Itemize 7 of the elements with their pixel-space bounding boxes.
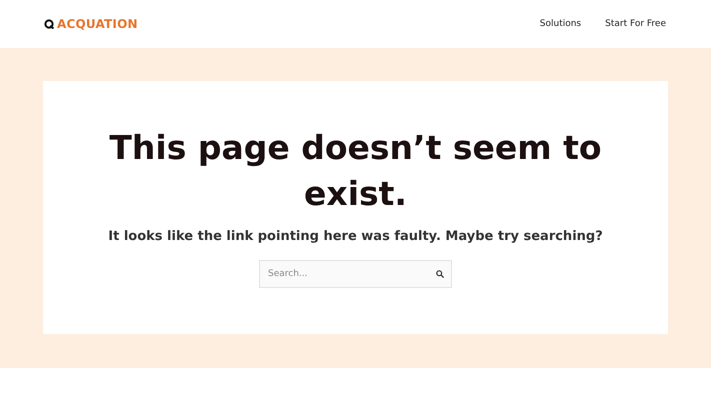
search-icon[interactable] bbox=[436, 270, 444, 278]
nav-link[interactable]: Start For Free bbox=[605, 19, 666, 29]
error-title: This page doesn’t seem to exist. bbox=[108, 127, 603, 215]
search-field[interactable]: Search... bbox=[259, 260, 452, 288]
nav-link[interactable]: Solutions bbox=[540, 19, 582, 29]
error-message: It looks like the link pointing here was faulty. Maybe try searching? bbox=[108, 229, 603, 244]
logo-icon bbox=[44, 19, 54, 29]
